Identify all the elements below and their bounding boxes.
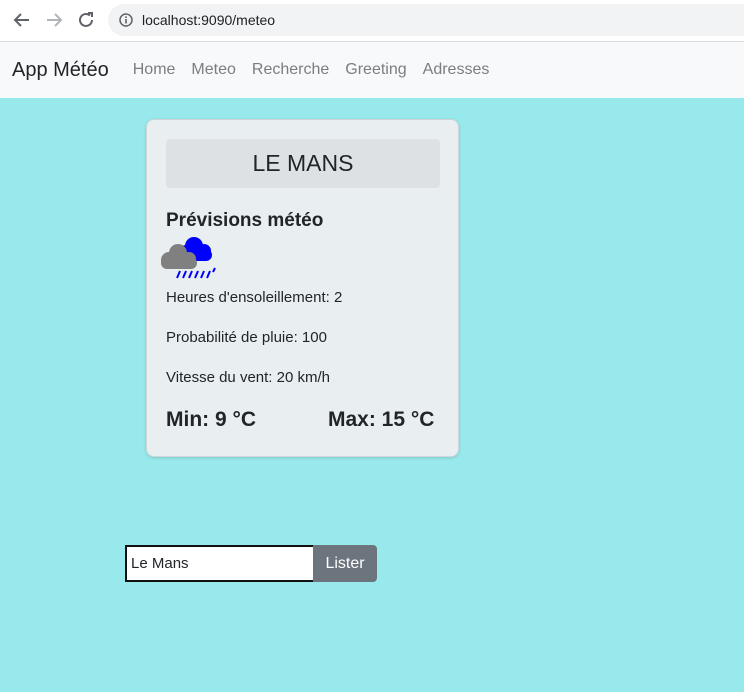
nav-link-recherche[interactable]: Recherche <box>244 61 337 79</box>
rain-cloud-icon <box>156 234 220 282</box>
city-search-input[interactable] <box>125 545 313 582</box>
max-temperature: Max: 15 °C <box>328 408 435 431</box>
rain-probability: Probabilité de pluie: 100 <box>166 329 327 346</box>
url-text: localhost:9090/meteo <box>142 12 276 28</box>
min-temperature: Min: 9 °C <box>166 408 257 431</box>
browser-toolbar: localhost:9090/meteo <box>0 0 744 42</box>
wind-speed: Vitesse du vent: 20 km/h <box>166 369 330 386</box>
sunshine-hours: Heures d'ensoleillement: 2 <box>166 289 343 306</box>
nav-link-meteo[interactable]: Meteo <box>183 61 243 79</box>
city-name: LE MANS <box>166 139 440 188</box>
nav-link-adresses[interactable]: Adresses <box>415 61 498 79</box>
arrow-right-icon[interactable] <box>42 8 66 32</box>
info-icon[interactable] <box>118 12 134 28</box>
reload-icon[interactable] <box>74 8 98 32</box>
brand-link[interactable]: App Météo <box>12 59 109 82</box>
lister-button[interactable]: Lister <box>313 545 377 582</box>
nav-link-home[interactable]: Home <box>125 61 184 79</box>
address-bar[interactable]: localhost:9090/meteo <box>108 4 744 36</box>
arrow-left-icon[interactable] <box>10 8 34 32</box>
weather-card: LE MANS Prévisions météo Heures d'ensole… <box>146 119 459 457</box>
app-navbar: App Météo Home Meteo Recherche Greeting … <box>0 42 744 98</box>
forecast-title: Prévisions météo <box>166 210 324 231</box>
nav-link-greeting[interactable]: Greeting <box>337 61 414 79</box>
